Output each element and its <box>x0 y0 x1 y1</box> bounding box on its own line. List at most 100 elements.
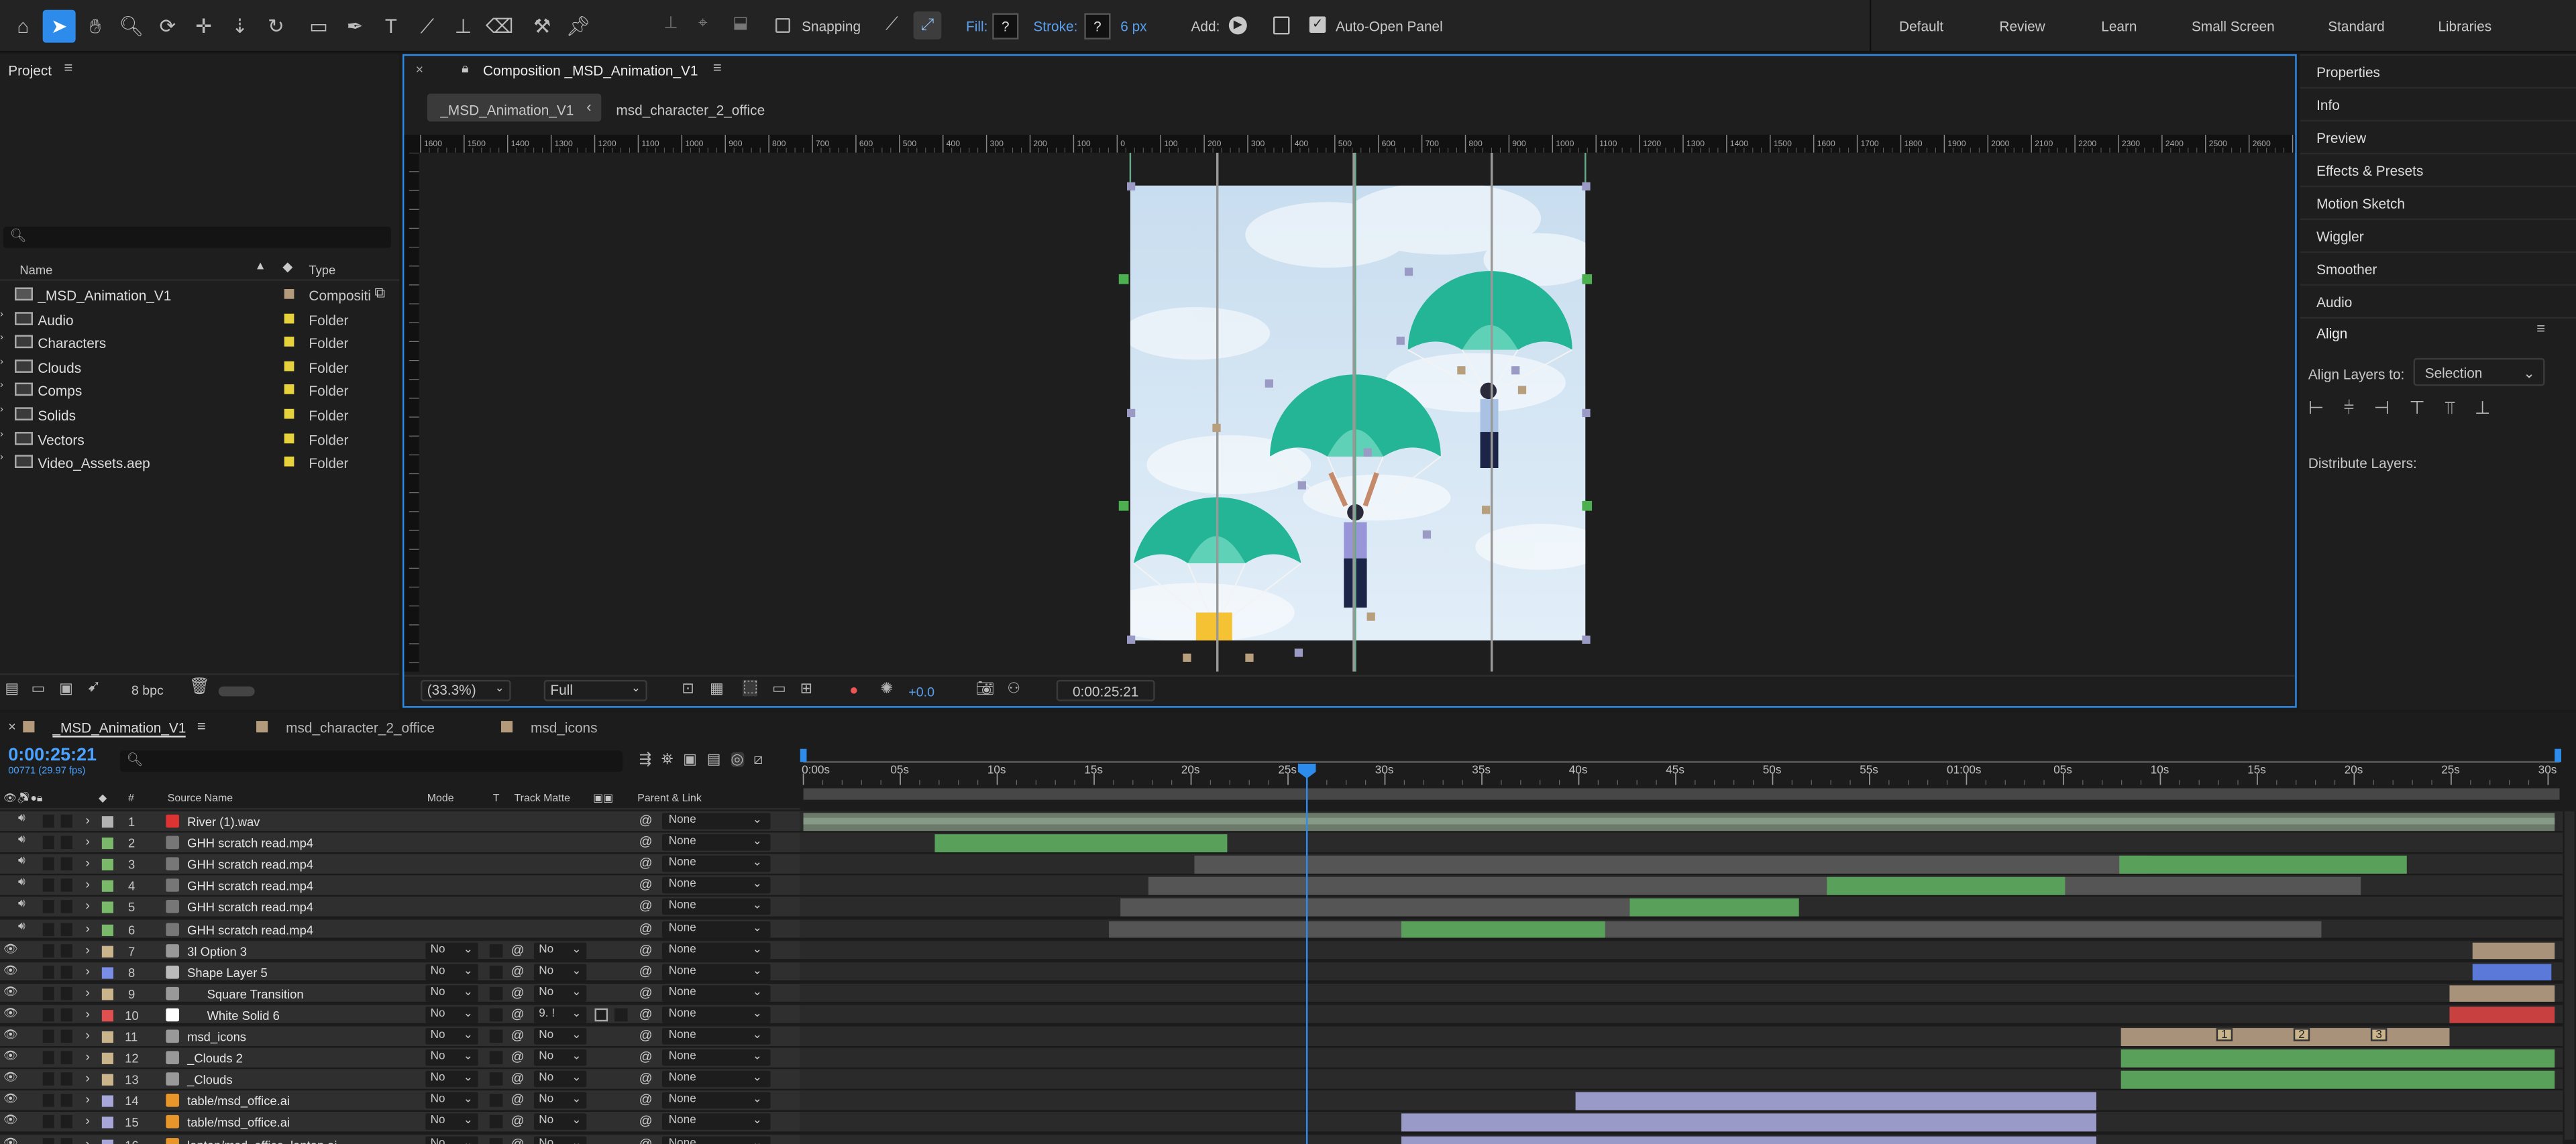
layer-name[interactable]: 3l Option 3 <box>187 943 247 958</box>
layer-bar[interactable] <box>2449 1006 2555 1024</box>
layer-bar[interactable] <box>2472 963 2552 981</box>
label-color-swatch[interactable] <box>101 966 113 978</box>
expand-arrow-icon[interactable]: › <box>85 856 90 870</box>
layer-bar[interactable] <box>2472 941 2555 960</box>
label-color-swatch[interactable] <box>101 1009 113 1022</box>
snapping-checkbox[interactable] <box>775 17 790 33</box>
layer-bar[interactable] <box>1194 856 2147 874</box>
lock-box[interactable] <box>60 922 72 935</box>
layer-bar[interactable] <box>1575 1092 2096 1110</box>
layer-name[interactable]: _Clouds <box>187 1073 232 1088</box>
layer-row[interactable]: 👁︎ › 11 msd_icons No ⌄ @ No ⌄ @ None ⌄ <box>0 1026 800 1047</box>
matte-invert-icon[interactable] <box>614 1008 628 1022</box>
project-item[interactable]: › Clouds Folder <box>0 354 399 377</box>
right-panel-item[interactable]: Wiggler <box>2300 218 2576 251</box>
matte-pickwhip-icon[interactable]: @ <box>511 1028 525 1043</box>
parent-pickwhip-icon[interactable]: @ <box>639 1028 653 1043</box>
expand-arrow-icon[interactable]: › <box>85 1135 90 1144</box>
label-color-swatch[interactable] <box>101 880 113 893</box>
audio-icon[interactable]: 🔊︎ <box>18 899 25 913</box>
marker[interactable]: 1 <box>2216 1028 2233 1041</box>
project-item[interactable]: › Video_Assets.aep Folder <box>0 450 399 473</box>
parent-dropdown[interactable]: None ⌄ <box>661 984 771 1002</box>
mode-dropdown[interactable]: No ⌄ <box>425 1006 478 1023</box>
expand-arrow-icon[interactable]: › <box>85 899 90 914</box>
lock-box[interactable] <box>60 1094 72 1108</box>
snapshot-icon[interactable]: 📷︎ <box>976 681 995 696</box>
layer-name[interactable]: GHH scratch read.mp4 <box>187 836 313 851</box>
mask-visibility-icon[interactable]: ⬚ <box>742 679 759 697</box>
parent-dropdown[interactable]: None ⌄ <box>661 1135 771 1144</box>
mode-dropdown[interactable]: No ⌄ <box>425 1071 478 1088</box>
track-matte-dropdown[interactable]: No ⌄ <box>533 941 587 959</box>
layer-bar[interactable] <box>934 834 1228 852</box>
visibility-eye-icon[interactable]: 👁︎ <box>3 1049 18 1063</box>
work-area-bar[interactable] <box>803 788 2560 800</box>
matte-pickwhip-icon[interactable]: @ <box>511 964 525 978</box>
mode-dropdown[interactable]: No ⌄ <box>425 1135 478 1144</box>
auto-open-checkbox[interactable]: ✓ <box>1309 16 1326 33</box>
graph-editor-icon[interactable]: ⧄ <box>753 751 763 767</box>
hand-tool-icon[interactable]: ✋︎ <box>79 10 112 43</box>
puppet-icon[interactable] <box>1273 16 1290 35</box>
timeline-timecode[interactable]: 0:00:25:21 <box>8 746 97 765</box>
visibility-eye-icon[interactable]: 👁︎ <box>3 1114 18 1127</box>
right-panel-item[interactable]: Preview <box>2300 119 2576 153</box>
right-panel-item[interactable]: Smoother <box>2300 251 2576 284</box>
layer-row[interactable]: 👁︎ › 15 table/msd_office.ai No ⌄ @ No ⌄ @ None ⌄ <box>0 1112 800 1133</box>
solo-box[interactable] <box>42 965 54 978</box>
lock-box[interactable] <box>60 1029 72 1043</box>
expand-arrow-icon[interactable]: › <box>85 1028 90 1043</box>
layer-bar[interactable] <box>1401 1114 2096 1132</box>
layer-row[interactable]: 👁︎ › 10 White Solid 6 No ⌄ @9. ! ⌄ @ None ⌄ <box>0 1005 800 1026</box>
col-source-name[interactable]: Source Name <box>168 793 233 805</box>
lock-box[interactable] <box>60 1137 72 1144</box>
matte-pickwhip-icon[interactable]: @ <box>511 1071 525 1086</box>
preserve-transparency-box[interactable] <box>489 1008 503 1022</box>
audio-icon[interactable]: 🔊︎ <box>18 877 25 891</box>
zoom-tool-icon[interactable]: 🔍︎ <box>115 10 148 43</box>
mode-dropdown[interactable]: No ⌄ <box>425 1049 478 1066</box>
parent-pickwhip-icon[interactable]: @ <box>639 834 653 849</box>
workspace-tab[interactable]: Small Screen <box>2192 18 2275 34</box>
track-matte-dropdown[interactable]: No ⌄ <box>533 984 587 1002</box>
workspace-tab[interactable]: Default <box>1899 18 1943 34</box>
lock-box[interactable] <box>60 943 72 957</box>
parent-dropdown[interactable]: None ⌄ <box>661 856 771 872</box>
layer-bar[interactable] <box>1401 920 1605 938</box>
layer-name[interactable]: GHH scratch read.mp4 <box>187 922 313 937</box>
parent-pickwhip-icon[interactable]: @ <box>639 856 653 870</box>
expand-arrow-icon[interactable]: › <box>85 942 90 957</box>
close-tab-icon[interactable]: × <box>416 62 423 77</box>
layer-bar[interactable] <box>2121 1071 2555 1088</box>
selection-tool-icon[interactable]: ➤ <box>42 9 76 43</box>
solo-box[interactable] <box>42 1051 54 1065</box>
parent-dropdown[interactable]: None ⌄ <box>661 941 771 959</box>
frame-blend-icon[interactable]: ▤ <box>707 751 721 767</box>
type-tool-icon[interactable]: T <box>374 10 407 43</box>
layer-name[interactable]: Shape Layer 5 <box>187 965 268 980</box>
project-item[interactable]: › Characters Folder <box>0 331 399 353</box>
expand-arrow-icon[interactable]: › <box>0 310 3 320</box>
right-panel-item[interactable]: Properties <box>2300 54 2576 87</box>
align-top-icon[interactable]: ⊤ <box>2409 400 2424 424</box>
right-panel-item[interactable]: Effects & Presets <box>2300 152 2576 186</box>
solo-box[interactable] <box>42 814 54 828</box>
mode-dropdown[interactable]: No ⌄ <box>425 1028 478 1045</box>
solo-box[interactable] <box>42 1029 54 1043</box>
project-item[interactable]: › Vectors Folder <box>0 426 399 449</box>
comp-tab-title[interactable]: Composition _MSD_Animation_V1 <box>483 62 698 78</box>
home-icon[interactable]: ⌂ <box>7 10 40 43</box>
stroke-width-value[interactable]: 6 px <box>1120 18 1146 34</box>
add-button-icon[interactable]: ▶ <box>1228 16 1247 35</box>
layer-row[interactable]: 👁︎ › 7 3l Option 3 No ⌄ @ No ⌄ @ None ⌄ <box>0 940 800 961</box>
preserve-transparency-box[interactable] <box>489 986 503 1000</box>
label-color-swatch[interactable] <box>284 457 294 467</box>
col-type-header[interactable]: Type <box>309 263 335 278</box>
parent-dropdown[interactable]: None ⌄ <box>661 834 771 851</box>
visibility-eye-icon[interactable]: 👁︎ <box>3 1028 18 1041</box>
parent-pickwhip-icon[interactable]: @ <box>639 1071 653 1086</box>
layer-name[interactable]: msd_icons <box>187 1030 246 1045</box>
parent-pickwhip-icon[interactable]: @ <box>639 1114 653 1129</box>
label-color-swatch[interactable] <box>284 289 294 299</box>
